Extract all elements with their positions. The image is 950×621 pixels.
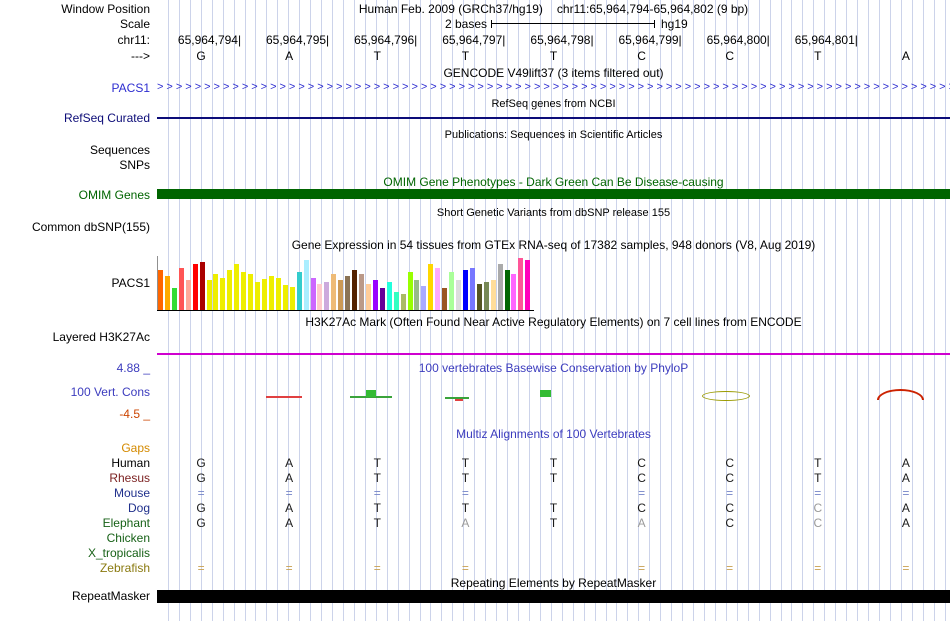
multiz-row-label-elephant[interactable]: Elephant [0,516,150,530]
multiz-rows: Gaps Human G A T T T C C T A Rhesus G A T T T C C T A Mouse = =… [0,0,950,621]
multiz-cell: A [285,456,294,470]
multiz-cell: A [901,456,910,470]
multiz-cell: T [814,456,822,470]
multiz-cell: = [726,486,734,500]
multiz-cell: G [196,516,206,530]
multiz-cell: C [725,471,735,485]
multiz-cell: A [901,471,910,485]
multiz-row-label-rhesus[interactable]: Rhesus [0,471,150,485]
multiz-cell: = [285,561,293,575]
multiz-cell: C [725,516,735,530]
multiz-cell: T [373,471,381,485]
multiz-cell: T [461,456,470,470]
multiz-cell: C [725,456,735,470]
multiz-cell: C [813,516,823,530]
multiz-cell: G [196,456,206,470]
multiz-cell: T [461,471,470,485]
multiz-cell: C [813,501,823,515]
multiz-row-label-chicken[interactable]: Chicken [0,531,150,545]
multiz-cell: G [196,471,206,485]
multiz-row-label-zebrafish[interactable]: Zebrafish [0,561,150,575]
multiz-cell: C [725,501,735,515]
multiz-cell: A [285,516,294,530]
multiz-cell: T [814,471,822,485]
multiz-row-label-human[interactable]: Human [0,456,150,470]
repeatmasker-item[interactable] [157,590,950,603]
genome-browser: Window Position Human Feb. 2009 (GRCh37/… [0,0,950,621]
multiz-cell: = [373,561,381,575]
multiz-cell: C [637,501,646,515]
multiz-cell: A [285,471,294,485]
multiz-cell: T [549,501,558,515]
multiz-cell: T [549,471,558,485]
multiz-cell: = [461,561,469,575]
multiz-cell: = [902,486,910,500]
multiz-cell: A [901,516,910,530]
multiz-cell: = [461,486,469,500]
multiz-cell: T [373,456,381,470]
multiz-cell: C [637,471,646,485]
multiz-cell: = [726,561,734,575]
multiz-row-label-dog[interactable]: Dog [0,501,150,515]
multiz-cell: = [197,486,205,500]
multiz-cell: = [285,486,293,500]
multiz-cell: T [373,516,381,530]
multiz-cell: A [637,516,646,530]
multiz-cell: = [902,561,910,575]
multiz-cell: A [901,501,910,515]
multiz-cell: = [814,486,822,500]
multiz-cell: = [638,561,646,575]
multiz-cell: A [285,501,294,515]
multiz-cell: = [373,486,381,500]
repeatmasker-label[interactable]: RepeatMasker [0,589,150,603]
multiz-cell: C [637,456,646,470]
multiz-cell: T [549,516,558,530]
multiz-row-label-x_tropicalis[interactable]: X_tropicalis [0,546,150,560]
multiz-cell: T [373,501,381,515]
multiz-cell: = [638,486,646,500]
multiz-row-label-gaps[interactable]: Gaps [0,441,150,455]
multiz-row-label-mouse[interactable]: Mouse [0,486,150,500]
multiz-cell: G [196,501,206,515]
multiz-cell: T [549,456,558,470]
repeatmasker-title: Repeating Elements by RepeatMasker [450,576,657,590]
multiz-cell: T [461,501,470,515]
multiz-cell: = [814,561,822,575]
multiz-cell: A [461,516,470,530]
multiz-cell: = [197,561,205,575]
